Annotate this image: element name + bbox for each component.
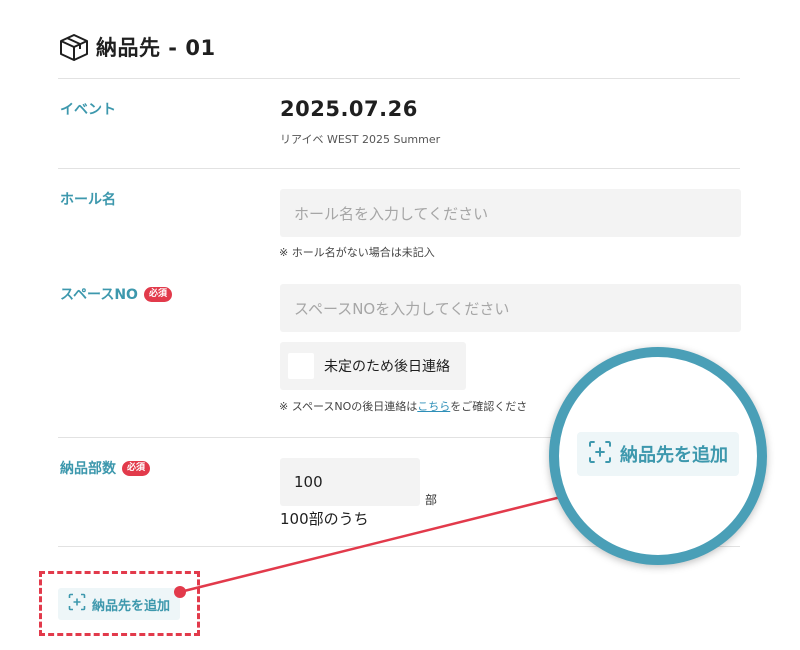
undecided-checkbox[interactable] — [288, 353, 314, 379]
undecided-checkbox-row[interactable]: 未定のため後日連絡 — [280, 342, 466, 390]
event-date: 2025.07.26 — [280, 97, 418, 121]
space-label: スペースNO 必須 — [60, 284, 172, 304]
divider — [58, 78, 740, 79]
quantity-label: 納品部数 必須 — [60, 458, 151, 478]
space-no-input[interactable]: スペースNOを入力してください — [280, 284, 741, 332]
quantity-unit: 部 — [425, 493, 438, 507]
section-header: 納品先 - 01 — [58, 32, 216, 62]
undecided-checkbox-label: 未定のため後日連絡 — [324, 359, 450, 375]
space-note: ※ スペースNOの後日連絡はこちらをご確認くださ — [279, 400, 528, 413]
hall-note: ※ ホール名がない場合は未記入 — [279, 246, 435, 259]
quantity-total: 100部のうち — [280, 510, 369, 528]
add-destination-button-zoomed: 納品先を追加 — [577, 432, 739, 476]
required-badge: 必須 — [122, 460, 151, 476]
quantity-input[interactable]: 100 — [280, 458, 420, 506]
section-title: 納品先 - 01 — [96, 36, 216, 60]
event-label: イベント — [60, 102, 116, 118]
delivery-form: 納品先 - 01 イベント 2025.07.26 リアイベ WEST 2025 … — [0, 0, 800, 650]
required-badge: 必須 — [143, 286, 172, 302]
zoom-callout: 納品先を追加 — [549, 347, 767, 565]
add-square-icon — [588, 440, 612, 469]
divider — [58, 168, 740, 169]
package-icon — [58, 32, 90, 62]
hall-label: ホール名 — [60, 192, 116, 208]
highlight-frame — [39, 571, 200, 636]
here-link[interactable]: こちら — [417, 400, 450, 413]
hall-name-input[interactable]: ホール名を入力してください — [280, 189, 741, 237]
event-name: リアイベ WEST 2025 Summer — [280, 133, 441, 146]
